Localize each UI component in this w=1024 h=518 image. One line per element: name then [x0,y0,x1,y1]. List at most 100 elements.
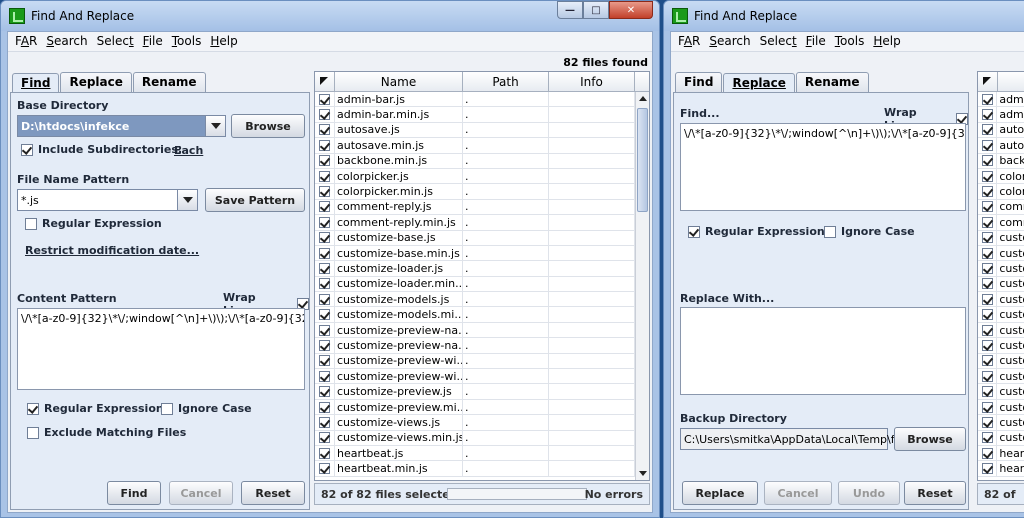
table-row[interactable]: custo [978,338,1024,354]
row-checkbox[interactable] [978,153,998,168]
menu-item[interactable]: Tools [832,34,871,51]
tab-find[interactable]: Find [12,73,60,93]
row-checkbox[interactable] [315,399,335,415]
checkbox-box[interactable] [981,432,993,444]
table-row[interactable]: admi [978,107,1024,123]
menu-item[interactable]: Help [870,34,906,51]
row-checkbox[interactable] [315,322,335,338]
chevron-down-icon[interactable] [177,190,197,210]
cancel-button[interactable]: Cancel [169,481,233,505]
table-row[interactable]: custo [978,399,1024,416]
table-row[interactable]: autosave.min.js. [315,138,649,154]
table-row[interactable]: customize-models.mi.... [315,307,649,323]
checkbox-box[interactable] [319,232,330,244]
table-row[interactable]: hear [978,445,1024,462]
checkbox-box[interactable] [25,217,37,230]
regex-checkbox[interactable]: Regular Expression [688,225,825,238]
browse-button[interactable]: Browse [231,114,305,138]
table-row[interactable]: admin-bar.js. [315,92,649,108]
checkbox-box[interactable] [981,216,993,228]
select-all-corner-icon[interactable] [978,72,998,91]
row-checkbox[interactable] [978,307,998,322]
checkbox-box[interactable] [981,293,993,305]
checkbox-box[interactable] [981,247,993,259]
checkbox-box[interactable] [319,124,330,136]
row-checkbox[interactable] [315,153,335,168]
row-checkbox[interactable] [978,92,998,107]
row-checkbox[interactable] [978,461,998,476]
table-row[interactable]: hear [978,461,1024,477]
table-row[interactable]: customize-views.min.js. [315,430,649,446]
checkbox-box[interactable] [161,402,173,415]
checkbox-box[interactable] [981,109,993,121]
table-row[interactable]: custo [978,276,1024,293]
checkbox-box[interactable] [319,416,330,428]
menu-item[interactable]: Tools [169,34,208,51]
row-checkbox[interactable] [315,107,335,122]
exclude-matching-checkbox[interactable]: Exclude Matching Files [27,426,186,439]
checkbox-box[interactable] [319,201,330,213]
menu-item[interactable]: FAR [675,34,706,51]
table-row[interactable]: heartbeat.js. [315,445,649,462]
close-icon[interactable]: ✕ [609,1,653,19]
table-row[interactable]: customize-base.min.js. [315,245,649,262]
checkbox-box[interactable] [319,309,330,321]
checkbox-box[interactable] [981,324,993,336]
row-checkbox[interactable] [978,292,998,307]
row-checkbox[interactable] [315,292,335,307]
menu-item[interactable]: File [140,34,169,51]
checkbox-box[interactable] [688,225,700,238]
content-regex-checkbox[interactable]: Regular Expression [27,402,164,415]
checkbox-box[interactable] [981,370,993,382]
row-checkbox[interactable] [315,461,335,476]
replace-button[interactable]: Replace [682,481,758,505]
table-row[interactable]: comr [978,215,1024,231]
checkbox-box[interactable] [981,170,993,182]
table-row[interactable]: custo [978,430,1024,446]
checkbox-box[interactable] [981,463,993,475]
row-checkbox[interactable] [978,230,998,245]
checkbox-box[interactable] [981,355,993,367]
row-checkbox[interactable] [978,276,998,292]
row-checkbox[interactable] [315,184,335,199]
tab-rename[interactable]: Rename [795,72,869,92]
scroll-down-icon[interactable] [639,471,647,476]
include-subdirectories-checkbox[interactable]: Include Subdirectories: [21,143,182,156]
content-pattern-textarea[interactable]: \/\*[a-z0-9]{32}\*\/;window[^\n]+\)\);\/… [17,308,305,390]
menu-item[interactable]: Select [757,34,803,51]
subdirectories-mode-link[interactable]: Each [174,144,203,157]
checkbox-box[interactable] [824,225,836,238]
scrollbar-thumb[interactable] [637,108,648,212]
row-checkbox[interactable] [315,369,335,384]
checkbox-box[interactable] [981,232,993,244]
row-checkbox[interactable] [978,199,998,215]
checkbox-box[interactable] [27,426,39,439]
table-row[interactable]: customize-loader.min.... [315,276,649,293]
row-checkbox[interactable] [978,369,998,384]
table-row[interactable]: heartbeat.min.js. [315,461,649,477]
tab-replace[interactable]: Replace [60,72,132,92]
checkbox-box[interactable] [319,186,330,198]
checkbox-box[interactable] [981,416,993,428]
checkbox-box[interactable] [319,386,330,398]
table-row[interactable]: custo [978,415,1024,431]
minimize-icon[interactable]: — [557,1,583,19]
checkbox-box[interactable] [319,278,330,290]
maximize-icon[interactable]: □ [583,1,609,19]
row-checkbox[interactable] [978,184,998,199]
column-header-info[interactable]: Info [549,72,635,91]
checkbox-box[interactable] [981,262,993,274]
table-row[interactable]: admi [978,92,1024,108]
checkbox-box[interactable] [981,139,993,151]
undo-button[interactable]: Undo [838,481,900,505]
column-header-name[interactable]: Name [335,72,463,91]
row-checkbox[interactable] [315,338,335,353]
table-row[interactable]: customize-preview.js. [315,384,649,400]
table-row[interactable]: admin-bar.min.js. [315,107,649,123]
checkbox-box[interactable] [981,386,993,398]
checkbox-box[interactable] [319,447,330,459]
checkbox-box[interactable] [981,124,993,136]
menu-item[interactable]: Help [207,34,243,51]
table-row[interactable]: customize-preview-na.... [315,322,649,339]
row-checkbox[interactable] [315,445,335,461]
